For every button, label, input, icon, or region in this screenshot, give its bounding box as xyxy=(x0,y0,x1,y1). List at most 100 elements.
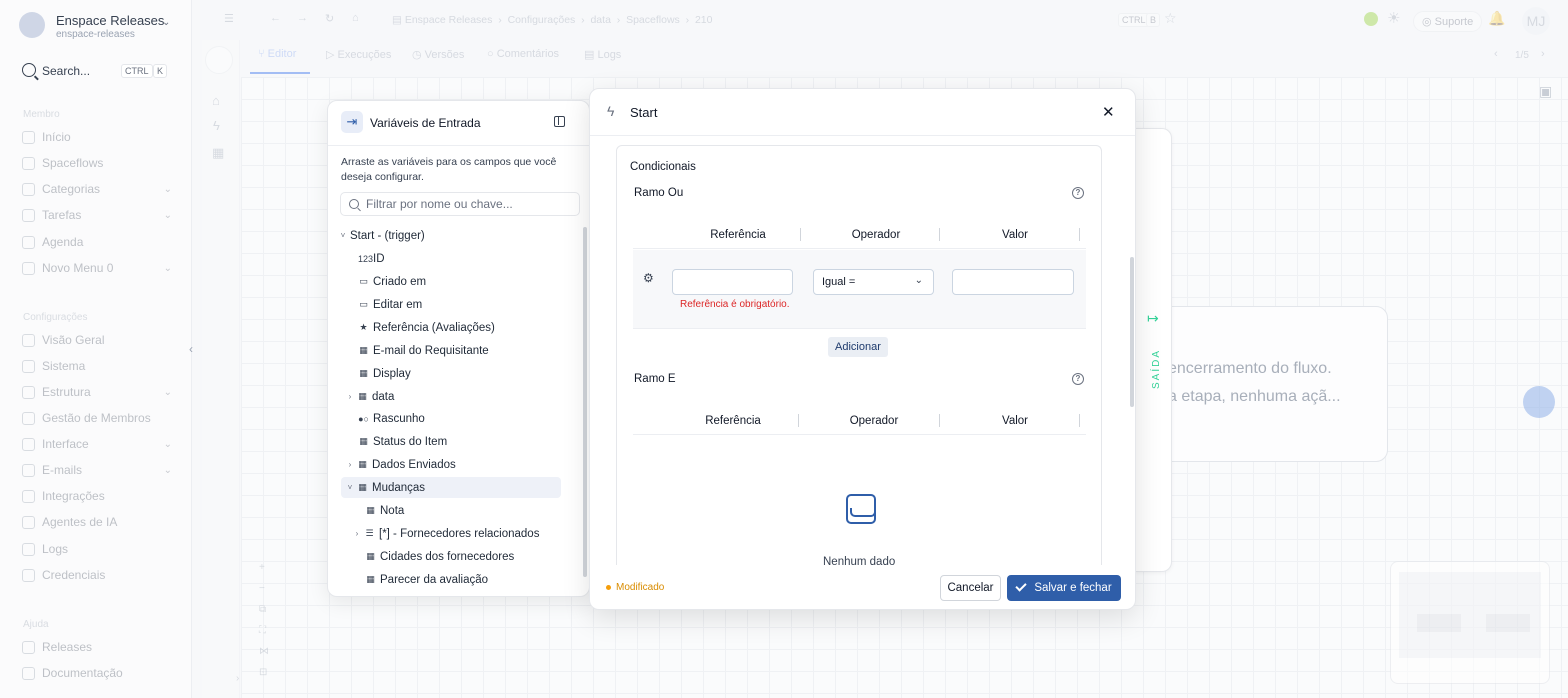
scrollbar[interactable] xyxy=(1130,257,1134,407)
sidebar-item-releases[interactable]: Releases xyxy=(22,638,172,656)
tree-item[interactable]: ▦ E-mail do Requisitante xyxy=(358,340,488,361)
sidebar-item-visao-geral[interactable]: Visão Geral xyxy=(22,331,172,349)
chevron-down-icon[interactable]: ˅ xyxy=(345,483,355,492)
save-and-close-button[interactable]: Salvar e fechar xyxy=(1007,575,1121,601)
tab-execucoes[interactable]: ▷ Execuções xyxy=(326,48,391,61)
help-icon[interactable]: ? xyxy=(1072,187,1084,199)
tree-item[interactable]: › ☰ [*] - Fornecedores relacionados xyxy=(352,523,540,544)
sidebar-search[interactable]: Search... CTRL K xyxy=(22,63,172,81)
close-icon[interactable]: ✕ xyxy=(1102,103,1115,121)
tree-item[interactable]: ▦ Status do Item xyxy=(358,431,447,452)
sidebar-item-spaceflows[interactable]: Spaceflows xyxy=(22,154,172,172)
lock-icon[interactable]: ⊡ xyxy=(259,667,267,678)
tree-item[interactable]: › ▦ data xyxy=(345,386,395,407)
sun-icon[interactable]: ☀ xyxy=(1387,9,1400,27)
chevron-right-icon[interactable]: › xyxy=(345,460,355,469)
chevron-icon[interactable]: ˅ xyxy=(338,231,348,240)
help-icon[interactable]: ? xyxy=(1072,373,1084,385)
sidebar-item-integracoes[interactable]: Integrações xyxy=(22,487,172,505)
chevron-down-icon[interactable]: ⌄ xyxy=(162,17,170,28)
tree-item[interactable]: ▭ Editar em xyxy=(358,294,422,315)
tab-logs[interactable]: ▤ Logs xyxy=(584,48,621,61)
chevron-right-icon[interactable]: › xyxy=(352,529,362,538)
sidebar-item-inicio[interactable]: Início xyxy=(22,128,172,146)
next-icon[interactable]: › xyxy=(1541,48,1545,60)
breadcrumb-item[interactable]: data xyxy=(590,14,610,26)
scrollbar[interactable] xyxy=(583,227,587,577)
page-icon[interactable] xyxy=(205,46,233,74)
doc-icon xyxy=(22,666,35,680)
tree-item[interactable]: ˅ Start - (trigger) xyxy=(338,225,425,246)
star-icon[interactable]: ☆ xyxy=(1164,10,1177,27)
save-icon[interactable]: ▣ xyxy=(1539,83,1552,100)
breadcrumb-item[interactable]: Spaceflows xyxy=(626,14,680,26)
tree-item[interactable]: ▦ Display xyxy=(358,363,410,384)
reload-icon[interactable]: ↻ xyxy=(325,12,334,25)
sidebar-item-sistema[interactable]: Sistema xyxy=(22,357,172,375)
expand-icon[interactable]: › xyxy=(236,673,239,684)
back-icon[interactable]: ← xyxy=(270,12,281,24)
breadcrumb-item[interactable]: Configurações xyxy=(508,14,576,26)
tree-item[interactable]: ●○ Rascunho xyxy=(358,408,425,429)
support-button[interactable]: ◎ Suporte xyxy=(1413,11,1483,32)
bolt-icon[interactable]: ϟ xyxy=(213,118,220,133)
history-icon: ◷ xyxy=(412,49,425,61)
tree-item[interactable]: › ▦ Dados Enviados xyxy=(345,454,456,475)
sidebar-item-logs[interactable]: Logs xyxy=(22,540,172,558)
tree-item[interactable]: 123 ID xyxy=(358,248,385,269)
sidebar-item-agenda[interactable]: Agenda xyxy=(22,233,172,251)
gear-icon[interactable]: ⚙ xyxy=(643,271,654,285)
tree-item[interactable]: ▭ Criado em xyxy=(358,271,426,292)
sidebar-item-estrutura[interactable]: Estrutura ⌄ xyxy=(22,383,172,401)
layout-icon[interactable]: ⛶ xyxy=(259,625,266,636)
variables-filter-input[interactable] xyxy=(366,196,571,212)
prev-icon[interactable]: ‹ xyxy=(1494,48,1498,60)
sidebar-item-agentes-ia[interactable]: Agentes de IA xyxy=(22,513,172,531)
tab-comentarios[interactable]: ○ Comentários xyxy=(487,48,559,60)
fit-view-icon[interactable]: ⧉ xyxy=(259,604,266,615)
home-icon xyxy=(22,130,35,144)
zoom-in-icon[interactable]: + xyxy=(259,562,265,573)
zoom-out-icon[interactable]: − xyxy=(259,583,265,594)
collapse-sidebar-icon[interactable]: ‹ xyxy=(189,342,193,356)
tree-item[interactable]: ▦ Parecer da avaliação xyxy=(365,569,488,590)
tab-editor[interactable]: ⑂ Editor xyxy=(258,48,296,60)
tree-item[interactable]: ▦ Cidades dos fornecedores xyxy=(365,546,514,567)
workspace-avatar[interactable] xyxy=(19,12,45,38)
avatar[interactable]: MJ xyxy=(1522,7,1550,35)
flow-node-end[interactable] xyxy=(1160,306,1388,462)
forward-icon[interactable]: → xyxy=(297,12,308,24)
tag-icon[interactable]: ⌂ xyxy=(212,93,220,108)
sidebar-item-gestao-membros[interactable]: Gestão de Membros xyxy=(22,409,172,427)
sidebar-item-emails[interactable]: E-mails ⌄ xyxy=(22,461,172,479)
tree-item[interactable]: ▦ Nota xyxy=(365,500,404,521)
add-widget-button[interactable] xyxy=(1523,386,1555,418)
collapse-panel-icon[interactable] xyxy=(554,116,565,127)
breadcrumb-item[interactable]: 210 xyxy=(695,14,713,26)
sidebar-item-novo-menu[interactable]: Novo Menu 0 ⌄ xyxy=(22,259,172,277)
share-icon[interactable]: ⋈ xyxy=(259,646,269,657)
operator-select[interactable]: Igual = ⌄ xyxy=(813,269,934,295)
tab-versoes[interactable]: ◷ Versões xyxy=(412,48,464,61)
sidebar-item-categorias[interactable]: Categorias ⌄ xyxy=(22,180,172,198)
chevron-right-icon[interactable]: › xyxy=(345,392,355,401)
home-icon[interactable]: ⌂ xyxy=(352,12,359,24)
sidebar-item-credenciais[interactable]: Credenciais xyxy=(22,566,172,584)
tree-item[interactable]: ★ Referência (Avaliações) xyxy=(358,317,494,338)
sidebar-item-tarefas[interactable]: Tarefas ⌄ xyxy=(22,206,172,224)
sidebar-item-interface[interactable]: Interface ⌄ xyxy=(22,435,172,453)
bell-icon[interactable]: 🔔 xyxy=(1488,10,1505,27)
workspace-name[interactable]: Enspace Releases xyxy=(56,13,164,28)
variables-filter[interactable] xyxy=(340,192,580,216)
sidebar-item-documentacao[interactable]: Documentação xyxy=(22,664,172,682)
minimap[interactable] xyxy=(1390,561,1550,684)
add-condition-button[interactable]: Adicionar xyxy=(828,337,888,357)
reference-input[interactable] xyxy=(672,269,793,295)
cancel-button[interactable]: Cancelar xyxy=(940,575,1001,601)
menu-icon[interactable]: ☰ xyxy=(224,12,234,25)
calendar-icon[interactable]: ▦ xyxy=(212,145,224,161)
value-input[interactable] xyxy=(952,269,1074,295)
tree-item-selected[interactable]: ˅ ▦ Mudanças xyxy=(341,477,561,498)
branch-or-title: Ramo Ou xyxy=(634,187,684,199)
breadcrumb-item[interactable]: Enspace Releases xyxy=(405,14,493,26)
